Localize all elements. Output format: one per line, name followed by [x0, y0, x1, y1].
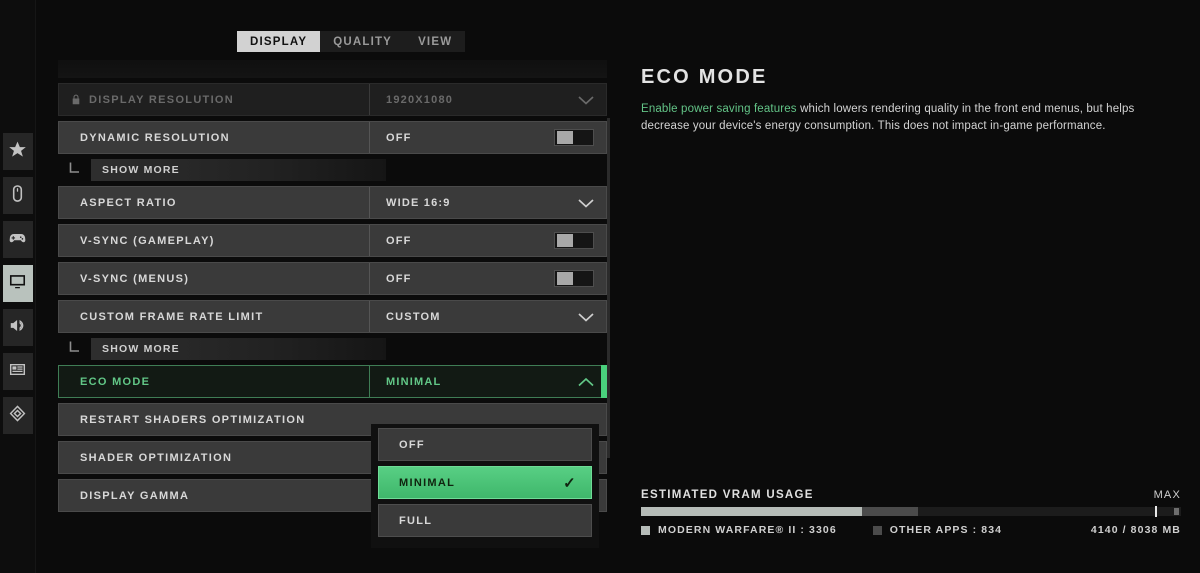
vsync-gameplay-toggle[interactable] — [554, 232, 594, 249]
rail-item-graphics[interactable] — [2, 265, 33, 302]
scrolled-partial-row — [58, 60, 607, 78]
vsync-menus-toggle[interactable] — [554, 270, 594, 287]
setting-dynamic-resolution-show-more[interactable]: SHOW MORE — [58, 159, 607, 181]
legend-label-other: OTHER APPS : 834 — [889, 524, 1003, 536]
rail-item-star[interactable] — [2, 133, 33, 170]
info-description-highlight: Enable power saving features — [641, 103, 797, 115]
vram-legend: MODERN WARFARE® II : 3306 OTHER APPS : 8… — [641, 524, 1181, 536]
monitor-icon — [8, 272, 27, 296]
vram-usage-panel: ESTIMATED VRAM USAGE MAX MODERN WARFARE®… — [641, 489, 1181, 536]
interface-icon — [8, 360, 27, 384]
settings-tabbar: DISPLAY QUALITY VIEW — [237, 31, 466, 52]
setting-value: OFF — [386, 234, 412, 247]
telemetry-icon — [8, 404, 27, 428]
setting-value: WIDE 16:9 — [386, 196, 451, 209]
dropdown-option-label: FULL — [399, 514, 433, 527]
tree-elbow-icon — [69, 161, 91, 179]
chevron-down-icon[interactable] — [566, 198, 606, 208]
settings-scrollbar[interactable] — [607, 118, 610, 458]
info-description: Enable power saving features which lower… — [641, 101, 1181, 135]
tree-elbow-icon — [69, 340, 91, 358]
vram-bar — [641, 506, 1181, 517]
info-title: ECO MODE — [641, 66, 768, 88]
setting-value: OFF — [386, 131, 412, 144]
tab-display[interactable]: DISPLAY — [237, 31, 321, 52]
setting-value: 1920X1080 — [386, 93, 454, 106]
rail-item-interface[interactable] — [2, 353, 33, 390]
vram-max-tick — [1155, 506, 1157, 517]
vram-total: 4140 / 8038 MB — [1090, 524, 1181, 536]
rail-item-telemetry[interactable] — [2, 397, 33, 434]
setting-label: V-SYNC (MENUS) — [80, 272, 190, 285]
dropdown-option-full[interactable]: FULL — [378, 504, 592, 537]
setting-vsync-gameplay[interactable]: V-SYNC (GAMEPLAY) OFF — [58, 224, 607, 257]
tab-quality[interactable]: QUALITY — [320, 31, 405, 52]
speaker-icon — [8, 316, 27, 340]
vram-segment-game — [641, 507, 863, 516]
vram-max-label: MAX — [1153, 489, 1181, 501]
setting-vsync-menus[interactable]: V-SYNC (MENUS) OFF — [58, 262, 607, 295]
chevron-down-icon[interactable] — [566, 95, 606, 105]
setting-value: CUSTOM — [386, 310, 441, 323]
setting-label: ECO MODE — [80, 375, 151, 388]
show-more-button[interactable]: SHOW MORE — [91, 338, 386, 360]
setting-frame-rate-show-more[interactable]: SHOW MORE — [58, 338, 607, 360]
eco-mode-dropdown: OFF MINIMAL ✓ FULL — [371, 424, 599, 548]
star-icon — [8, 140, 27, 164]
gamepad-icon — [8, 228, 27, 252]
setting-label: SHADER OPTIMIZATION — [80, 451, 233, 464]
setting-label: DISPLAY RESOLUTION — [89, 93, 235, 106]
tab-view[interactable]: VIEW — [405, 31, 465, 52]
vram-bar-endcap — [1174, 508, 1179, 515]
chevron-down-icon[interactable] — [566, 312, 606, 322]
setting-custom-frame-rate-limit[interactable]: CUSTOM FRAME RATE LIMIT CUSTOM — [58, 300, 607, 333]
chevron-up-icon[interactable] — [566, 377, 606, 387]
setting-value: OFF — [386, 272, 412, 285]
dropdown-option-label: MINIMAL — [399, 476, 456, 489]
game-settings-screen: DISPLAY QUALITY VIEW DISPLAY RESOLUTION … — [0, 0, 1200, 573]
vram-segment-other — [862, 507, 918, 516]
legend-swatch-game — [641, 525, 650, 535]
dropdown-option-label: OFF — [399, 438, 425, 451]
lock-icon — [70, 93, 82, 106]
legend-label-game: MODERN WARFARE® II : 3306 — [658, 524, 837, 536]
setting-label: V-SYNC (GAMEPLAY) — [80, 234, 215, 247]
setting-label: DISPLAY GAMMA — [80, 489, 190, 502]
setting-display-resolution[interactable]: DISPLAY RESOLUTION 1920X1080 — [58, 83, 607, 116]
setting-aspect-ratio[interactable]: ASPECT RATIO WIDE 16:9 — [58, 186, 607, 219]
rail-item-mouse[interactable] — [2, 177, 33, 214]
category-rail — [0, 0, 36, 573]
check-icon: ✓ — [563, 474, 577, 492]
info-panel: ECO MODE Enable power saving features wh… — [641, 66, 1181, 135]
setting-dynamic-resolution[interactable]: DYNAMIC RESOLUTION OFF — [58, 121, 607, 154]
legend-swatch-other — [872, 525, 882, 535]
mouse-icon — [8, 184, 27, 208]
show-more-button[interactable]: SHOW MORE — [91, 159, 386, 181]
rail-item-gamepad[interactable] — [2, 221, 33, 258]
setting-value: MINIMAL — [386, 375, 442, 388]
dropdown-option-off[interactable]: OFF — [378, 428, 592, 461]
setting-label: RESTART SHADERS OPTIMIZATION — [80, 413, 306, 426]
setting-label: CUSTOM FRAME RATE LIMIT — [80, 310, 264, 323]
dynamic-resolution-toggle[interactable] — [554, 129, 594, 146]
setting-eco-mode[interactable]: ECO MODE MINIMAL — [58, 365, 607, 398]
dropdown-option-minimal[interactable]: MINIMAL ✓ — [378, 466, 592, 499]
vram-title: ESTIMATED VRAM USAGE — [641, 489, 814, 501]
rail-item-audio[interactable] — [2, 309, 33, 346]
setting-label: DYNAMIC RESOLUTION — [80, 131, 230, 144]
setting-label: ASPECT RATIO — [80, 196, 177, 209]
